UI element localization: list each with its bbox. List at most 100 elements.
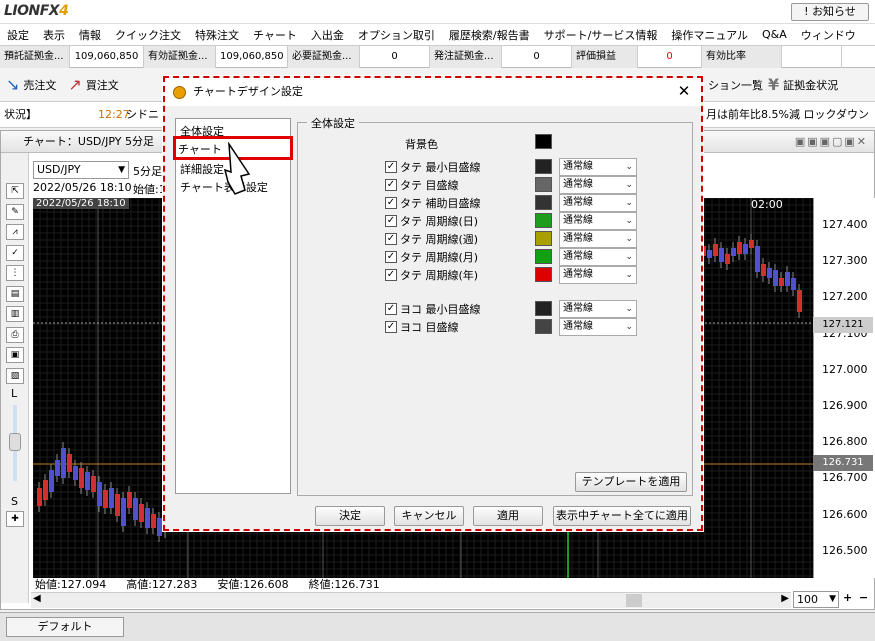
row-checkbox[interactable]: ✓	[385, 251, 397, 263]
print-tool-icon[interactable]: ⎙	[6, 326, 24, 343]
row-color-swatch[interactable]	[535, 301, 552, 316]
row-checkbox[interactable]: ✓	[385, 197, 397, 209]
chevron-down-icon: ⌄	[625, 322, 633, 332]
scroll-right-icon[interactable]: ▶	[781, 593, 789, 604]
row-checkbox[interactable]: ✓	[385, 321, 397, 333]
line-style-select[interactable]: 通常線 ⌄	[559, 300, 637, 318]
menu-item-1[interactable]: 表示	[36, 27, 72, 43]
candle-body	[121, 498, 126, 526]
row-color-swatch[interactable]	[535, 213, 552, 228]
row-color-swatch[interactable]	[535, 249, 552, 264]
pointer-tool-icon[interactable]: ⇱	[6, 183, 24, 199]
pair-select[interactable]: USD/JPY ▼	[33, 161, 129, 179]
scale-slider-thumb[interactable]	[9, 433, 21, 451]
account-label: 評価損益	[572, 45, 638, 68]
list-tool-icon[interactable]: ▤	[6, 285, 24, 302]
row-color-swatch[interactable]	[535, 267, 552, 282]
candle-body	[749, 240, 754, 248]
row-checkbox[interactable]: ✓	[385, 215, 397, 227]
menu-item-6[interactable]: 入出金	[304, 27, 351, 43]
candle-body	[55, 460, 60, 476]
row-color-swatch[interactable]	[535, 159, 552, 174]
line-style-select[interactable]: 通常線 ⌄	[559, 248, 637, 266]
background-color-label: 背景色	[405, 138, 438, 151]
row-color-swatch[interactable]	[535, 195, 552, 210]
menu-item-2[interactable]: 情報	[72, 27, 108, 43]
grid-line-row: ✓ タテ 周期線(週)	[385, 230, 478, 248]
row-color-swatch[interactable]	[535, 231, 552, 246]
horizontal-scrollbar[interactable]: ◀ ▶	[31, 592, 791, 608]
vertical-tool-icon[interactable]: ⋮	[6, 265, 24, 281]
menu-item-10[interactable]: 操作マニュアル	[664, 27, 755, 43]
row-checkbox[interactable]: ✓	[385, 179, 397, 191]
row-color-swatch[interactable]	[535, 177, 552, 192]
window-tool-icon[interactable]: ▧	[6, 367, 24, 384]
line-style-select[interactable]: 通常線 ⌄	[559, 194, 637, 212]
line-style-value: 通常線	[563, 215, 593, 226]
line-style-select[interactable]: 通常線 ⌄	[559, 176, 637, 194]
close-icon[interactable]: ✕	[675, 82, 693, 100]
line-style-select[interactable]: 通常線 ⌄	[559, 158, 637, 176]
candle-body	[133, 498, 138, 520]
copy-tool-icon[interactable]: ▣	[6, 347, 24, 363]
tab-default[interactable]: デフォルト	[6, 617, 124, 637]
add-tool-icon[interactable]: ✚	[6, 511, 24, 527]
pen-tool-icon[interactable]: ✎	[6, 203, 24, 220]
ok-button[interactable]: 決定	[315, 506, 385, 526]
apply-button[interactable]: 適用	[473, 506, 543, 526]
line-style-select[interactable]: 通常線 ⌄	[559, 318, 637, 336]
check-tool-icon[interactable]: ✓	[6, 244, 24, 261]
candle-body	[731, 248, 736, 256]
line-price-tag: 126.731	[813, 455, 873, 471]
sell-order-button[interactable]: ↘ 売注文	[0, 75, 62, 94]
row-checkbox[interactable]: ✓	[385, 303, 397, 315]
price-axis: 127.400 127.300 127.200 127.100 127.000 126.9…	[813, 198, 875, 578]
row-color-swatch[interactable]	[535, 319, 552, 334]
scroll-left-icon[interactable]: ◀	[33, 593, 41, 604]
notice-button[interactable]: ! お知らせ	[791, 3, 869, 21]
menu-item-7[interactable]: オプション取引	[351, 27, 442, 43]
period-label[interactable]: 5分足	[133, 163, 162, 179]
line-style-select[interactable]: 通常線 ⌄	[559, 230, 637, 248]
chevron-down-icon: ⌄	[625, 180, 633, 190]
position-list-button[interactable]: ション一覧	[702, 77, 769, 93]
candle-body	[725, 254, 730, 264]
apply-all-charts-button[interactable]: 表示中チャート全てに適用	[553, 506, 691, 526]
y-tick-label: 126.500	[822, 543, 868, 557]
zoom-out-icon[interactable]: −	[859, 591, 868, 604]
line-style-value: 通常線	[563, 233, 593, 244]
candle-body	[151, 514, 156, 528]
window-controls-icon[interactable]: ▣▣▣▢▣✕	[795, 131, 868, 153]
grid-line-row: ✓ タテ 目盛線	[385, 176, 459, 194]
menu-item-12[interactable]: ウィンドウ	[794, 27, 863, 43]
line-style-select[interactable]: 通常線 ⌄	[559, 212, 637, 230]
row-checkbox[interactable]: ✓	[385, 161, 397, 173]
scroll-thumb[interactable]	[626, 594, 642, 607]
line-style-select[interactable]: 通常線 ⌄	[559, 266, 637, 284]
trend-tool-icon[interactable]: ⩘	[6, 224, 24, 240]
grid-line-row: ✓ タテ 最小目盛線	[385, 158, 481, 176]
app-logo: LIONFX4	[4, 3, 69, 19]
ohlc-open: 始値:127.094	[35, 578, 107, 591]
menu-item-0[interactable]: 設定	[0, 27, 36, 43]
scale-large-label: L	[11, 387, 18, 400]
margin-status-button[interactable]: ¥ 証拠金状況	[762, 75, 844, 94]
row-checkbox[interactable]: ✓	[385, 233, 397, 245]
candle-body	[139, 504, 144, 522]
menu-item-9[interactable]: サポート/サービス情報	[537, 27, 665, 43]
zoom-in-icon[interactable]: +	[843, 591, 852, 604]
background-color-swatch[interactable]	[535, 134, 552, 149]
table-tool-icon[interactable]: ▥	[6, 306, 24, 322]
apply-template-button[interactable]: テンプレートを適用	[575, 472, 687, 492]
menu-item-11[interactable]: Q&A	[755, 28, 794, 41]
category-detail[interactable]: 詳細設定	[180, 161, 224, 177]
menu-item-5[interactable]: チャート	[246, 27, 304, 43]
zoom-select[interactable]: 100 ▼	[793, 591, 839, 608]
buy-order-button[interactable]: ↗ 買注文	[62, 75, 124, 94]
menu-item-4[interactable]: 特殊注文	[188, 27, 246, 43]
menu-item-8[interactable]: 履歴検索/報告書	[442, 27, 537, 43]
menu-item-3[interactable]: クイック注文	[108, 27, 188, 43]
account-value: 0	[360, 45, 430, 68]
cancel-button[interactable]: キャンセル	[394, 506, 464, 526]
row-checkbox[interactable]: ✓	[385, 269, 397, 281]
